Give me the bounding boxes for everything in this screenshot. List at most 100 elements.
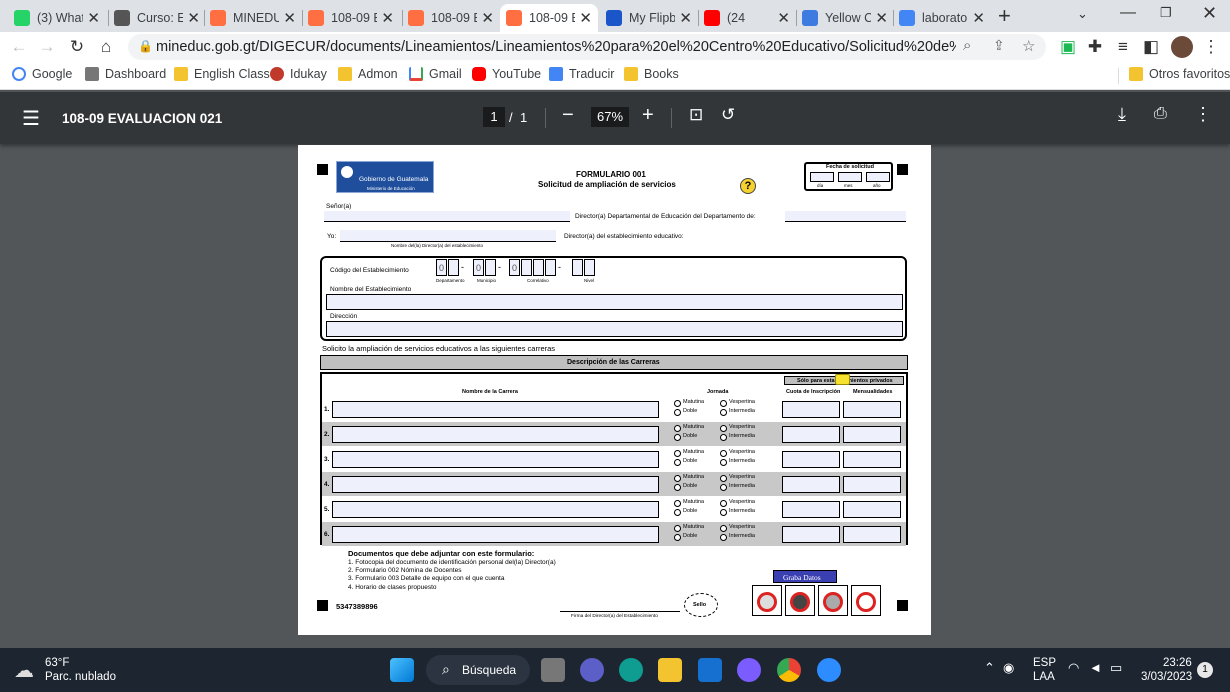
jornada-radio[interactable] xyxy=(674,400,681,407)
more-options-icon[interactable]: ⋮ xyxy=(1194,104,1212,125)
jornada-radio[interactable] xyxy=(674,409,681,416)
career-name-field[interactable] xyxy=(332,526,659,543)
tab-10[interactable]: laborato ✕ xyxy=(893,4,991,32)
tab-close-icon[interactable]: ✕ xyxy=(875,9,888,27)
jornada-radio[interactable] xyxy=(674,475,681,482)
jornada-radio[interactable] xyxy=(720,459,727,466)
extension-green-icon[interactable]: ▣ xyxy=(1057,37,1079,57)
chrome-icon[interactable] xyxy=(777,658,801,682)
senor-field[interactable] xyxy=(324,211,570,222)
jornada-radio[interactable] xyxy=(720,450,727,457)
mensualidad-field[interactable] xyxy=(843,451,901,468)
jornada-radio[interactable] xyxy=(720,509,727,516)
date-month-field[interactable] xyxy=(838,172,862,182)
reload-icon[interactable]: ↻ xyxy=(66,37,88,57)
tab-close-icon[interactable]: ✕ xyxy=(579,9,592,27)
establishment-name-field[interactable] xyxy=(326,294,903,310)
jornada-radio[interactable] xyxy=(720,409,727,416)
fit-page-icon[interactable]: ⊡ xyxy=(689,105,703,125)
cuota-field[interactable] xyxy=(782,501,840,518)
start-windows-icon[interactable] xyxy=(390,658,414,682)
taskbar-search[interactable]: ⌕ Búsqueda xyxy=(426,655,530,685)
code-cell[interactable]: 0 xyxy=(436,259,447,276)
tab-close-icon[interactable]: ✕ xyxy=(679,9,692,27)
mensualidad-field[interactable] xyxy=(843,526,901,543)
edge-icon[interactable] xyxy=(619,658,643,682)
close-window-button[interactable]: ✕ xyxy=(1202,3,1217,24)
cuota-field[interactable] xyxy=(782,451,840,468)
cuota-field[interactable] xyxy=(782,526,840,543)
jornada-radio[interactable] xyxy=(720,475,727,482)
jornada-radio[interactable] xyxy=(674,459,681,466)
share-icon[interactable]: ⇪ xyxy=(993,37,1005,54)
career-name-field[interactable] xyxy=(332,401,659,418)
zoom-app-icon[interactable] xyxy=(817,658,841,682)
clock-time[interactable]: 23:26 xyxy=(1163,657,1192,669)
wifi-icon[interactable]: ◠ xyxy=(1068,660,1079,676)
jornada-radio[interactable] xyxy=(674,484,681,491)
tab-close-icon[interactable]: ✕ xyxy=(481,9,494,27)
zoom-out-icon[interactable]: − xyxy=(562,104,574,127)
code-cell[interactable] xyxy=(448,259,459,276)
zoom-in-icon[interactable]: + xyxy=(642,104,654,127)
file-explorer-icon[interactable] xyxy=(658,658,682,682)
bookmark-books[interactable]: Books xyxy=(624,67,679,81)
menu-kebab-icon[interactable]: ⋮ xyxy=(1200,37,1222,57)
tab-close-icon[interactable]: ✕ xyxy=(87,9,100,27)
weather-cloud-icon[interactable]: ☁ xyxy=(14,658,34,683)
tab-6[interactable]: 108-09 E ✕ xyxy=(500,4,598,32)
maximize-button[interactable]: ❐ xyxy=(1160,5,1172,21)
tab-7[interactable]: My Flipb ✕ xyxy=(600,4,698,32)
tab-2[interactable]: Curso: E ✕ xyxy=(108,4,206,32)
date-day-field[interactable] xyxy=(810,172,834,182)
tab-close-icon[interactable]: ✕ xyxy=(283,9,296,27)
app-icon[interactable] xyxy=(737,658,761,682)
url-text[interactable]: mineduc.gob.gt/DIGECUR/documents/Lineami… xyxy=(156,39,956,55)
home-icon[interactable]: ⌂ xyxy=(95,37,117,57)
jornada-radio[interactable] xyxy=(674,525,681,532)
code-cell[interactable] xyxy=(485,259,496,276)
tab-5[interactable]: 108-09 E ✕ xyxy=(402,4,500,32)
mensualidad-field[interactable] xyxy=(843,476,901,493)
bookmark-english-class[interactable]: English Class xyxy=(174,67,270,81)
bookmark-google[interactable]: Google xyxy=(12,67,72,81)
task-view-icon[interactable] xyxy=(541,658,565,682)
profile-avatar[interactable] xyxy=(1171,36,1193,58)
address-bar[interactable]: 🔒 mineduc.gob.gt/DIGECUR/documents/Linea… xyxy=(128,34,1046,60)
cuota-field[interactable] xyxy=(782,401,840,418)
volume-icon[interactable]: ◄ xyxy=(1089,660,1102,675)
code-cell[interactable] xyxy=(584,259,595,276)
career-name-field[interactable] xyxy=(332,501,659,518)
tab-9[interactable]: Yellow C ✕ xyxy=(796,4,894,32)
code-cell[interactable] xyxy=(572,259,583,276)
jornada-radio[interactable] xyxy=(720,484,727,491)
tab-close-icon[interactable]: ✕ xyxy=(381,9,394,27)
minimize-button[interactable]: — xyxy=(1120,4,1136,22)
tab-3[interactable]: MINEDU ✕ xyxy=(204,4,302,32)
jornada-radio[interactable] xyxy=(720,500,727,507)
bookmark-dashboard[interactable]: Dashboard xyxy=(85,67,166,81)
tray-chevron-icon[interactable]: ⌃ xyxy=(984,660,995,676)
battery-icon[interactable]: ▭ xyxy=(1110,660,1122,676)
hamburger-menu-icon[interactable]: ☰ xyxy=(22,106,40,131)
zoom-input[interactable]: 67% xyxy=(591,107,629,127)
extensions-puzzle-icon[interactable]: ✚ xyxy=(1084,37,1106,57)
career-name-field[interactable] xyxy=(332,426,659,443)
career-name-field[interactable] xyxy=(332,451,659,468)
bookmark-star-icon[interactable]: ☆ xyxy=(1022,37,1035,55)
code-cell[interactable] xyxy=(533,259,544,276)
save-data-button[interactable]: Graba Datos xyxy=(773,570,837,583)
jornada-radio[interactable] xyxy=(720,534,727,541)
notification-badge[interactable]: 1 xyxy=(1197,662,1213,678)
language-label[interactable]: ESP xyxy=(1033,657,1056,669)
tab-1[interactable]: (3) What ✕ xyxy=(8,4,106,32)
jornada-radio[interactable] xyxy=(720,400,727,407)
cuota-field[interactable] xyxy=(782,476,840,493)
tray-app-icon[interactable]: ◉ xyxy=(1003,660,1014,676)
bookmark-admon[interactable]: Admon xyxy=(338,67,398,81)
tab-search-icon[interactable]: ⌄ xyxy=(1077,6,1088,22)
bookmark-other[interactable]: Otros favoritos xyxy=(1129,67,1230,81)
tab-close-icon[interactable]: ✕ xyxy=(777,9,790,27)
jornada-radio[interactable] xyxy=(674,534,681,541)
cuota-field[interactable] xyxy=(782,426,840,443)
